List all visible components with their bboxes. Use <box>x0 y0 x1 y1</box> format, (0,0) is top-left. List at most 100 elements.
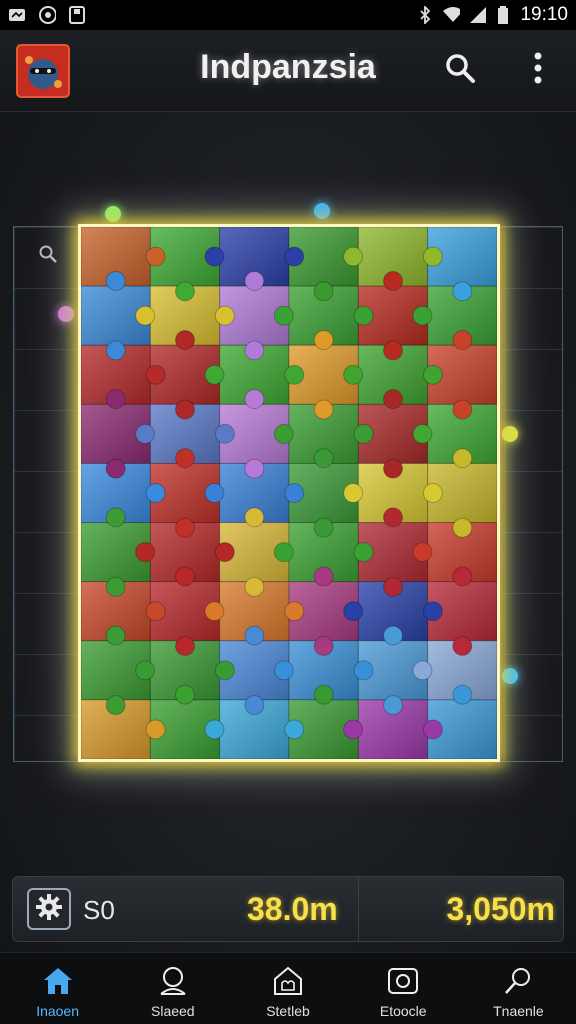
puzzle-tab <box>204 246 225 267</box>
puzzle-tab <box>105 340 126 361</box>
puzzle-tab <box>145 364 166 385</box>
puzzle-tab <box>284 246 305 267</box>
app-bar: Indpanzsia <box>0 30 576 112</box>
puzzle-tab <box>313 684 334 705</box>
puzzle-tab <box>175 399 195 420</box>
search-button[interactable] <box>440 50 480 90</box>
puzzle-tab <box>105 389 126 410</box>
puzzle-tab <box>313 330 334 350</box>
puzzle-tab <box>135 660 156 681</box>
puzzle-tab <box>412 305 433 326</box>
nav-item-profile[interactable]: Slaeed <box>115 953 230 1024</box>
puzzle-tab <box>273 542 294 563</box>
puzzle-tab <box>422 246 443 267</box>
puzzle-tab <box>244 340 265 361</box>
puzzle-tab <box>452 636 473 656</box>
puzzle-tab <box>204 364 225 385</box>
puzzle-tab <box>383 695 403 716</box>
puzzle-tab <box>353 542 374 563</box>
score-bar: S0 38.0m 3,050m <box>12 876 564 942</box>
puzzle-tab <box>353 423 374 444</box>
gear-icon <box>35 893 63 926</box>
nav-label-search: Tnaenle <box>493 1003 544 1019</box>
puzzle-tab <box>313 448 334 469</box>
puzzle-tab <box>343 601 364 622</box>
puzzle-tab <box>244 625 265 646</box>
search-icon <box>444 52 476 89</box>
puzzle-tab <box>244 695 265 716</box>
puzzle-tab <box>105 507 126 528</box>
puzzle-tab <box>452 684 473 705</box>
puzzle-tab <box>105 625 126 646</box>
puzzle-tab <box>422 601 443 622</box>
puzzle-tab <box>105 576 126 597</box>
puzzle-tab <box>175 330 195 350</box>
puzzle-tab <box>145 719 166 740</box>
status-bar: 19:10 <box>0 0 576 30</box>
puzzle-tab <box>214 423 235 444</box>
puzzle-tab <box>175 517 195 538</box>
puzzle-tab <box>273 305 294 326</box>
puzzle-tab <box>284 601 305 622</box>
puzzle-tab <box>175 684 195 705</box>
score-divider <box>358 877 359 941</box>
puzzle-tab <box>244 576 265 597</box>
camera-icon <box>386 965 420 997</box>
nav-item-home[interactable]: Inaoen <box>0 953 115 1024</box>
sd-card-icon <box>68 6 86 24</box>
battery-icon <box>494 6 512 24</box>
puzzle-tab <box>343 246 364 267</box>
puzzle-tab <box>383 389 403 410</box>
nav-item-search[interactable]: Tnaenle <box>461 953 576 1024</box>
puzzle-tab <box>175 636 195 656</box>
puzzle-tab <box>412 423 433 444</box>
puzzle-tab <box>214 542 235 563</box>
nav-label-puzzle-house: Stetleb <box>266 1003 310 1019</box>
bottom-navigation: Inaoen Slaeed Stetleb Etoocle Tnaenle <box>0 952 576 1024</box>
status-time: 19:10 <box>520 4 568 25</box>
glow-dot <box>502 426 518 442</box>
nav-item-puzzle-house[interactable]: Stetleb <box>230 953 345 1024</box>
glow-dot <box>105 206 121 222</box>
puzzle-tab <box>343 364 364 385</box>
puzzle-tab <box>284 719 305 740</box>
puzzle-tab <box>175 281 195 302</box>
search-icon <box>501 965 535 997</box>
puzzle-tab <box>452 448 473 469</box>
puzzle-tab <box>343 483 364 503</box>
puzzle-tab <box>422 719 443 740</box>
nav-item-camera[interactable]: Etoocle <box>346 953 461 1024</box>
puzzle-tab <box>353 660 374 681</box>
total-distance-value: 3,050m <box>446 891 555 927</box>
puzzle-tab <box>244 270 265 291</box>
score-label: S0 <box>83 895 115 925</box>
zoom-icon[interactable] <box>38 244 58 269</box>
puzzle-tab <box>313 636 334 656</box>
puzzle-pieces[interactable] <box>81 227 497 759</box>
puzzle-tab <box>383 340 403 361</box>
puzzle-tab <box>135 423 156 444</box>
puzzle-tab <box>452 517 473 538</box>
puzzle-tab <box>313 281 334 302</box>
glow-dot <box>502 668 518 684</box>
bluetooth-icon <box>416 6 434 24</box>
puzzle-tab <box>422 483 443 503</box>
puzzle-tab <box>452 281 473 302</box>
settings-button[interactable] <box>27 888 71 930</box>
puzzle-tab <box>145 483 166 503</box>
more-vert-icon <box>533 51 543 90</box>
puzzle-house-icon <box>271 965 305 997</box>
puzzle-tab <box>313 399 334 420</box>
glow-dot <box>58 306 74 322</box>
puzzle-tab <box>313 517 334 538</box>
puzzle-tab <box>284 364 305 385</box>
puzzle-tab <box>204 483 225 503</box>
more-options-button[interactable] <box>518 50 558 90</box>
wifi-icon <box>442 6 461 24</box>
puzzle-tab <box>313 566 334 587</box>
puzzle-tab <box>383 625 403 646</box>
puzzle-tab <box>244 458 265 479</box>
puzzle-tab <box>145 246 166 267</box>
puzzle-tab <box>452 330 473 350</box>
puzzle-board[interactable] <box>78 224 500 762</box>
